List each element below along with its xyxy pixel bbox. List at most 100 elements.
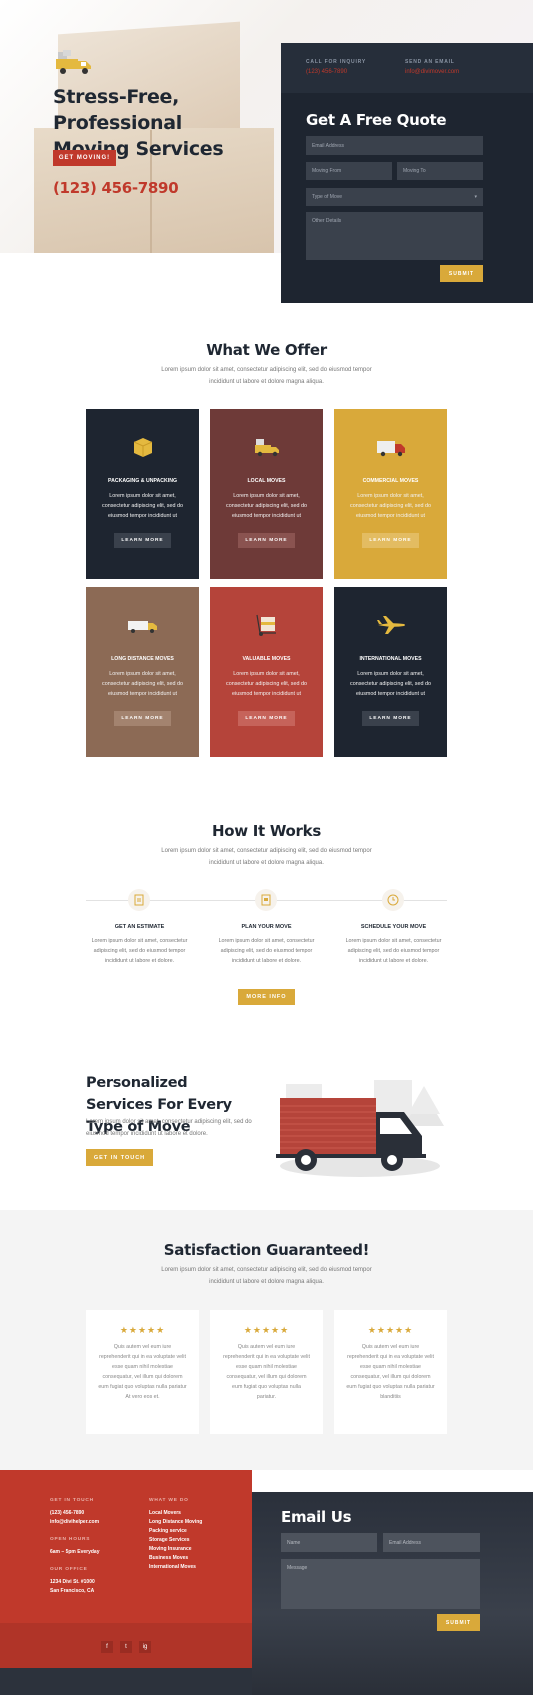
facebook-icon[interactable]: f [101, 1641, 113, 1653]
service-text: Lorem ipsum dolor sit amet, consectetur … [226, 671, 307, 697]
chevron-down-icon: ▾ [474, 194, 477, 200]
hero-truck-icon [56, 50, 91, 74]
footer-submit-button[interactable]: SUBMIT [437, 1614, 480, 1631]
email-us-title: Email Us [281, 1508, 352, 1526]
footer-address-1: 1234 Divi St. #1000 [50, 1579, 95, 1585]
service-card: VALUABLE MOVES Lorem ipsum dolor sit amet… [210, 587, 323, 757]
email-link[interactable]: info@divimover.com [405, 69, 459, 75]
testimonial-card-2: ★★★★★ Quis autem vel eum iure reprehende… [210, 1310, 323, 1434]
offer-subtitle: Lorem ipsum dolor sit amet, consectetur … [161, 367, 372, 385]
email-label: SEND AN EMAIL [405, 59, 455, 65]
moving-from-input[interactable] [306, 162, 392, 180]
contact-column: GET IN TOUCH (123) 456-7890 info@divihel… [50, 1498, 140, 1596]
get-moving-button[interactable]: GET MOVING! [53, 150, 116, 166]
learn-more-button[interactable]: LEARN MORE [114, 533, 171, 548]
hours-heading: OPEN HOURS [50, 1537, 91, 1542]
touch-heading: GET IN TOUCH [50, 1498, 94, 1503]
more-info-button[interactable]: MORE INFO [238, 989, 295, 1005]
plan-icon [261, 894, 271, 906]
step-3-title: SCHEDULE YOUR MOVE [360, 924, 427, 930]
service-card: COMMERCIAL MOVES Lorem ipsum dolor sit am… [334, 409, 447, 579]
move-type-value: Type of Move [312, 194, 343, 200]
quote-title: Get A Free Quote [306, 111, 447, 129]
star-rating: ★★★★★ [119, 1325, 166, 1335]
testimonial-card-3: ★★★★★ Quis autem vel eum iure reprehende… [334, 1310, 447, 1434]
move-type-select[interactable]: Type of Move ▾ [306, 188, 483, 206]
hero-phone: (123) 456-7890 [53, 179, 179, 197]
footer-link-local[interactable]: Local Movers [149, 1509, 239, 1518]
service-text: Lorem ipsum dolor sit amet, consectetur … [350, 671, 431, 697]
call-phone-link[interactable]: (123) 456-7890 [306, 69, 366, 75]
footer-link-insurance[interactable]: Moving Insurance [149, 1545, 239, 1554]
footer-phone[interactable]: (123) 456-7890 [50, 1509, 140, 1518]
learn-more-button[interactable]: LEARN MORE [362, 711, 419, 726]
footer-message-textarea[interactable] [281, 1559, 480, 1609]
footer-link-packing[interactable]: Packing service [149, 1527, 239, 1536]
footer-link-long-distance[interactable]: Long Distance Moving [149, 1518, 239, 1527]
learn-more-button[interactable]: LEARN MORE [238, 711, 295, 726]
how-title: How It Works [212, 822, 321, 840]
step-1-circle [128, 889, 150, 911]
footer-link-business[interactable]: Business Moves [149, 1554, 239, 1563]
testimonials-title: Satisfaction Guaranteed! [163, 1241, 370, 1259]
moving-to-input[interactable] [397, 162, 483, 180]
testimonial-text: Quis autem vel eum iure reprehenderit qu… [223, 1344, 310, 1400]
instagram-icon[interactable]: ig [139, 1641, 151, 1653]
how-subtitle: Lorem ipsum dolor sit amet, consectetur … [161, 848, 372, 866]
box-icon [127, 435, 159, 459]
service-title: LONG DISTANCE MOVES [111, 656, 174, 662]
offer-title: What We Offer [206, 341, 327, 359]
service-title: PACKAGING & UNPACKING [108, 478, 177, 484]
learn-more-button[interactable]: LEARN MORE [362, 533, 419, 548]
learn-more-button[interactable]: LEARN MORE [238, 533, 295, 548]
delivery-truck-icon [375, 435, 407, 459]
other-details-textarea[interactable] [306, 212, 483, 260]
service-title: INTERNATIONAL MOVES [359, 656, 422, 662]
semi-truck-icon [127, 613, 159, 637]
testimonials-subtitle: Lorem ipsum dolor sit amet, consectetur … [161, 1267, 372, 1285]
testimonial-text: Quis autem vel eum iure reprehenderit qu… [346, 1344, 435, 1400]
service-text: Lorem ipsum dolor sit amet, consectetur … [226, 493, 307, 519]
clock-icon [387, 894, 399, 906]
testimonial-text: Quis autem vel eum iure reprehenderit qu… [98, 1344, 187, 1400]
email-info: SEND AN EMAIL info@divimover.com [405, 59, 459, 75]
call-label: CALL FOR INQUIRY [306, 59, 367, 65]
call-info: CALL FOR INQUIRY (123) 456-7890 [306, 59, 366, 75]
get-in-touch-button[interactable]: GET IN TOUCH [86, 1149, 153, 1166]
step-2-text: Lorem ipsum dolor sit amet, consectetur … [218, 938, 315, 964]
footer-email[interactable]: info@divihelper.com [50, 1518, 140, 1527]
learn-more-button[interactable]: LEARN MORE [114, 711, 171, 726]
step-2-circle [255, 889, 277, 911]
footer-bottom-strip [0, 1668, 252, 1695]
step-3-circle [382, 889, 404, 911]
services-column: WHAT WE DO Local Movers Long Distance Mo… [149, 1498, 239, 1572]
service-card: PACKAGING & UNPACKING Lorem ipsum dolor s… [86, 409, 199, 579]
star-rating: ★★★★★ [243, 1325, 290, 1335]
airplane-icon [375, 613, 407, 637]
clipboard-icon [134, 894, 144, 906]
testimonial-card-1: ★★★★★ Quis autem vel eum iure reprehende… [86, 1310, 199, 1434]
twitter-icon[interactable]: t [120, 1641, 132, 1653]
office-heading: OUR OFFICE [50, 1567, 88, 1572]
step-2-title: PLAN YOUR MOVE [241, 924, 292, 930]
quote-email-input[interactable] [306, 136, 483, 155]
hand-truck-icon [251, 613, 283, 637]
service-title: LOCAL MOVES [247, 478, 286, 484]
footer-hours: 6am – 5pm Everyday [50, 1549, 100, 1555]
service-title: COMMERCIAL MOVES [362, 478, 419, 484]
truck-icon [251, 435, 283, 459]
service-title: VALUABLE MOVES [242, 656, 291, 662]
step-3-text: Lorem ipsum dolor sit amet, consectetur … [345, 938, 442, 964]
services-heading: WHAT WE DO [149, 1498, 189, 1503]
footer-link-international[interactable]: International Moves [149, 1563, 239, 1572]
footer-address-2: San Francisco, CA [50, 1588, 95, 1594]
quote-submit-button[interactable]: SUBMIT [440, 265, 483, 282]
star-rating: ★★★★★ [367, 1325, 414, 1335]
footer-link-storage[interactable]: Storage Services [149, 1536, 239, 1545]
service-text: Lorem ipsum dolor sit amet, consectetur … [102, 671, 183, 697]
service-text: Lorem ipsum dolor sit amet, consectetur … [102, 493, 183, 519]
footer-name-input[interactable] [281, 1533, 377, 1552]
service-card: INTERNATIONAL MOVES Lorem ipsum dolor sit… [334, 587, 447, 757]
moving-truck-illustration [276, 1080, 444, 1177]
footer-email-input[interactable] [383, 1533, 480, 1552]
